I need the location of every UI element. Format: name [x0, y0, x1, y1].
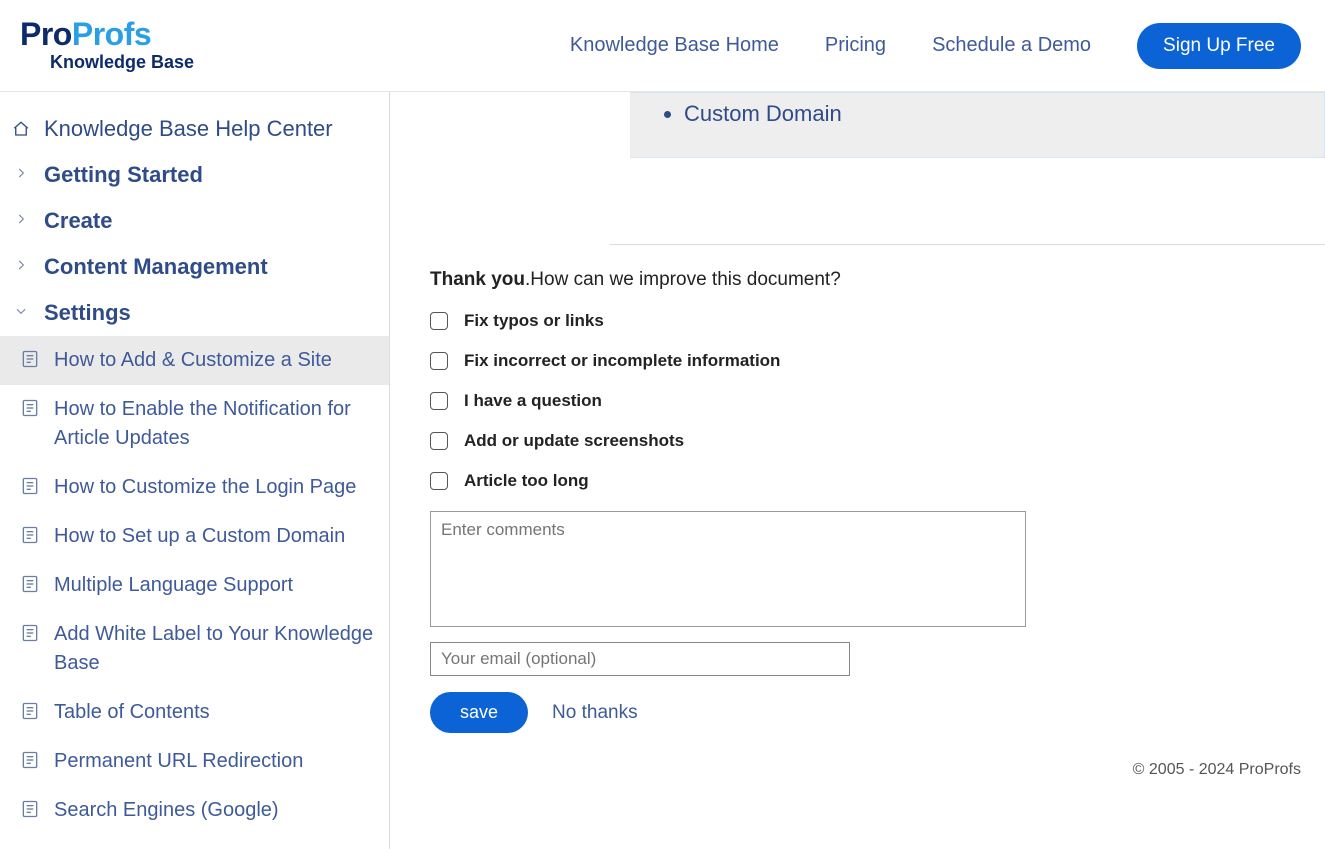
document-icon [20, 395, 40, 418]
sidebar-root[interactable]: Knowledge Base Help Center [0, 106, 389, 152]
sidebar: Knowledge Base Help Center Getting Start… [0, 92, 390, 849]
sidebar-sub-search-engines[interactable]: Search Engines (Google) [0, 786, 389, 835]
checkbox-fix-typos[interactable] [430, 312, 448, 330]
sidebar-item-create[interactable]: Create [0, 198, 389, 244]
sidebar-item-settings[interactable]: Settings [0, 290, 389, 336]
feedback-option-label[interactable]: I have a question [464, 391, 602, 411]
sidebar-item-label: Getting Started [44, 162, 203, 188]
email-input[interactable] [430, 642, 850, 676]
sidebar-item-content-management[interactable]: Content Management [0, 244, 389, 290]
logo[interactable]: ProProfs Knowledge Base [20, 18, 194, 73]
thank-you-label: Thank you [430, 269, 525, 290]
nav-pricing[interactable]: Pricing [825, 34, 886, 57]
no-thanks-link[interactable]: No thanks [552, 702, 638, 724]
sidebar-sub-enable-notification[interactable]: How to Enable the Notification for Artic… [0, 385, 389, 463]
checkbox-fix-info[interactable] [430, 352, 448, 370]
logo-sub: Knowledge Base [50, 52, 194, 73]
logo-part1: Pro [20, 16, 72, 52]
improve-question: .How can we improve this document? [525, 269, 841, 290]
sidebar-item-label: Content Management [44, 254, 268, 280]
document-icon [20, 571, 40, 594]
checkbox-question[interactable] [430, 392, 448, 410]
related-box: Custom Domain [630, 92, 1325, 158]
sidebar-sub-toc[interactable]: Table of Contents [0, 688, 389, 737]
feedback-form: Thank you.How can we improve this docume… [390, 245, 1325, 753]
feedback-option-label[interactable]: Article too long [464, 471, 589, 491]
document-icon [20, 522, 40, 545]
document-icon [20, 698, 40, 721]
feedback-heading: Thank you.How can we improve this docume… [430, 269, 1285, 291]
home-icon [10, 116, 32, 138]
sidebar-item-label: Settings [44, 300, 131, 326]
document-icon [20, 620, 40, 643]
document-icon [20, 747, 40, 770]
feedback-option-label[interactable]: Fix typos or links [464, 311, 604, 331]
sidebar-sub-label: Search Engines (Google) [54, 796, 279, 825]
sidebar-sub-label: Permanent URL Redirection [54, 747, 303, 776]
related-link-custom-domain[interactable]: Custom Domain [684, 99, 1304, 129]
sidebar-sub-custom-domain[interactable]: How to Set up a Custom Domain [0, 512, 389, 561]
feedback-option-label[interactable]: Fix incorrect or incomplete information [464, 351, 780, 371]
nav-schedule-demo[interactable]: Schedule a Demo [932, 34, 1091, 57]
document-icon [20, 346, 40, 369]
sidebar-sub-label: How to Add & Customize a Site [54, 346, 332, 375]
logo-part2: Profs [72, 16, 151, 52]
feedback-option: Fix typos or links [430, 311, 1285, 331]
sidebar-sub-white-label[interactable]: Add White Label to Your Knowledge Base [0, 610, 389, 688]
sidebar-sub-label: Table of Contents [54, 698, 210, 727]
chevron-down-icon [10, 300, 32, 318]
save-button[interactable]: save [430, 692, 528, 733]
comments-input[interactable] [430, 511, 1026, 627]
sidebar-sub-multi-language[interactable]: Multiple Language Support [0, 561, 389, 610]
sidebar-sub-url-redirection[interactable]: Permanent URL Redirection [0, 737, 389, 786]
document-icon [20, 796, 40, 819]
feedback-option: Add or update screenshots [430, 431, 1285, 451]
chevron-right-icon [10, 254, 32, 272]
sidebar-sub-label: Multiple Language Support [54, 571, 293, 600]
sidebar-sub-label: Add White Label to Your Knowledge Base [54, 620, 377, 678]
sidebar-root-label: Knowledge Base Help Center [44, 116, 333, 142]
feedback-option: Fix incorrect or incomplete information [430, 351, 1285, 371]
signup-button[interactable]: Sign Up Free [1137, 23, 1301, 69]
feedback-option-label[interactable]: Add or update screenshots [464, 431, 684, 451]
sidebar-item-label: Create [44, 208, 112, 234]
sidebar-sub-label: How to Set up a Custom Domain [54, 522, 345, 551]
sidebar-sub-customize-login[interactable]: How to Customize the Login Page [0, 463, 389, 512]
header: ProProfs Knowledge Base Knowledge Base H… [0, 0, 1325, 92]
sidebar-item-getting-started[interactable]: Getting Started [0, 152, 389, 198]
main-content: Custom Domain Thank you.How can we impro… [390, 92, 1325, 849]
chevron-right-icon [10, 208, 32, 226]
feedback-option: Article too long [430, 471, 1285, 491]
feedback-option: I have a question [430, 391, 1285, 411]
sidebar-sub-label: How to Customize the Login Page [54, 473, 356, 502]
checkbox-too-long[interactable] [430, 472, 448, 490]
sidebar-sub-add-customize-site[interactable]: How to Add & Customize a Site [0, 336, 389, 385]
checkbox-screenshots[interactable] [430, 432, 448, 450]
document-icon [20, 473, 40, 496]
chevron-right-icon [10, 162, 32, 180]
sidebar-sub-label: How to Enable the Notification for Artic… [54, 395, 377, 453]
top-nav: Knowledge Base Home Pricing Schedule a D… [570, 23, 1301, 69]
nav-kb-home[interactable]: Knowledge Base Home [570, 34, 779, 57]
footer-copyright: © 2005 - 2024 ProProfs [390, 753, 1325, 793]
